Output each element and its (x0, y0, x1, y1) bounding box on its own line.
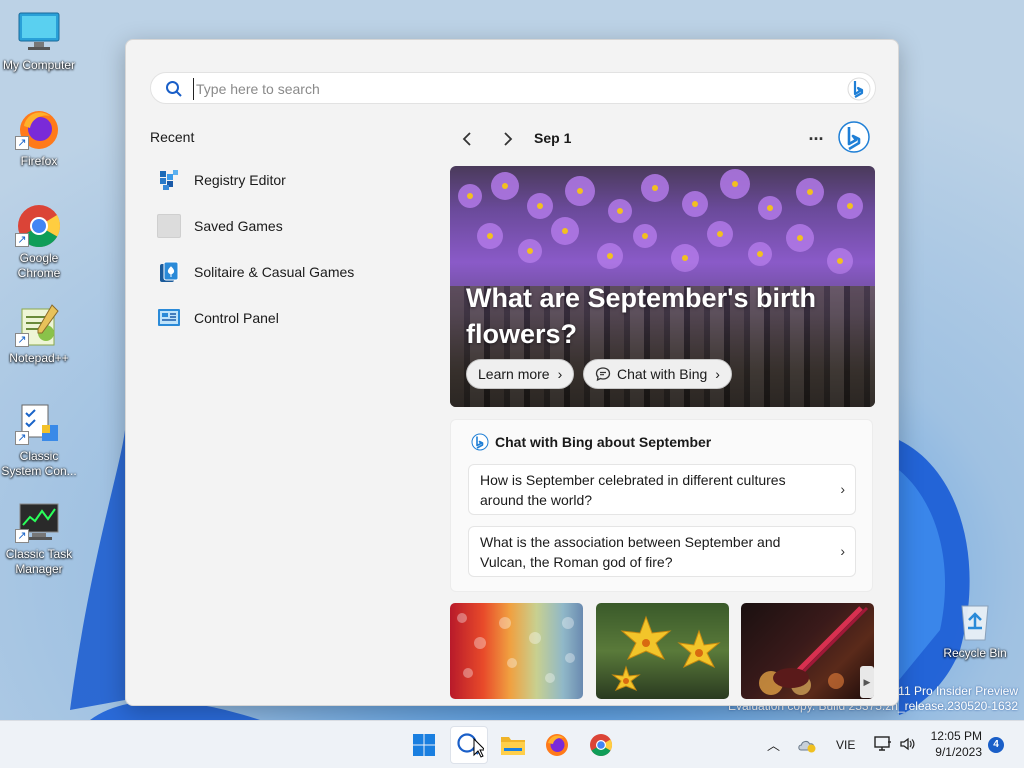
recent-item-saved-games[interactable]: Saved Games (156, 209, 436, 243)
recent-heading: Recent (150, 129, 195, 145)
chat-suggestion-text: How is September celebrated in different… (480, 472, 786, 508)
windows-logo-icon (413, 734, 435, 756)
clock-time: 12:05 PM (930, 729, 982, 743)
chevron-right-icon: › (840, 543, 845, 559)
desktop-icon-label: Classic System Con... (1, 449, 77, 478)
onedrive-icon[interactable] (797, 736, 817, 754)
desktop-icon-label: Google Chrome (17, 251, 61, 280)
recent-item-control-panel[interactable]: Control Panel (156, 301, 436, 335)
gems-image (457, 613, 575, 683)
registry-editor-icon (156, 167, 182, 193)
notification-badge[interactable]: 4 (988, 737, 1004, 753)
chat-suggestion-text: What is the association between Septembe… (480, 534, 781, 570)
volume-icon[interactable] (899, 736, 915, 752)
chat-bubble-icon (595, 367, 611, 382)
desktop-icon-notepad-plus-plus[interactable]: ↗ Notepad++ (1, 303, 77, 366)
chat-with-bing-button[interactable]: Chat with Bing › (583, 359, 732, 389)
shortcut-arrow-icon: ↗ (15, 136, 29, 150)
taskbar: ︿ VIE 12:05 PM 9/1/2023 4 (0, 720, 1024, 768)
desktop-icon-label: Classic Task Manager (5, 547, 73, 576)
desktop-icon-recycle-bin[interactable]: Recycle Bin (937, 598, 1013, 661)
shortcut-arrow-icon: ↗ (15, 529, 29, 543)
network-icon[interactable] (874, 736, 892, 752)
show-hidden-icons-button[interactable]: ︿ (767, 735, 780, 754)
learn-more-button[interactable]: Learn more › (466, 359, 575, 389)
taskbar-clock[interactable]: 12:05 PM 9/1/2023 (926, 728, 982, 760)
thumbnail-card[interactable] (450, 603, 583, 699)
chat-card: Chat with Bing about September How is Se… (450, 419, 873, 592)
scroll-right-button[interactable]: ▶ (860, 666, 874, 698)
recent-item-label: Saved Games (194, 218, 283, 234)
file-explorer-button[interactable] (494, 726, 532, 764)
desktop-icon-label: My Computer (2, 58, 76, 72)
recent-item-label: Solitaire & Casual Games (194, 264, 355, 280)
desktop-icon-label: Firefox (20, 154, 58, 168)
thumbnail-card[interactable] (741, 603, 874, 699)
solitaire-icon (156, 259, 182, 285)
chrome-taskbar-button[interactable] (582, 726, 620, 764)
hero-title: What are September's birth flowers? (466, 283, 816, 349)
highlights-date: Sep 1 (534, 130, 572, 146)
recent-item-label: Registry Editor (194, 172, 286, 188)
chat-suggestion[interactable]: How is September celebrated in different… (468, 464, 856, 515)
search-box[interactable] (150, 72, 876, 104)
desktop-icon-label: Notepad++ (9, 351, 69, 365)
chat-card-title: Chat with Bing about September (495, 434, 712, 450)
lilies-image (611, 615, 721, 691)
desktop-icon-classic-task-manager[interactable]: ↗ Classic Task Manager (1, 499, 77, 577)
search-flyout: Recent Registry Editor Saved Games Solit… (125, 39, 899, 706)
desktop-icon-label: Recycle Bin (943, 646, 1007, 660)
next-button[interactable] (495, 126, 521, 152)
saved-games-icon (156, 213, 182, 239)
shortcut-arrow-icon: ↗ (15, 233, 29, 247)
desktop-icon-my-computer[interactable]: My Computer (1, 10, 77, 73)
folder-icon (501, 737, 525, 755)
desktop-icon-classic-system-config[interactable]: ↗ Classic System Con... (1, 401, 77, 479)
recent-item-registry-editor[interactable]: Registry Editor (156, 163, 436, 197)
shortcut-arrow-icon: ↗ (15, 431, 29, 445)
more-options-button[interactable]: ... (804, 125, 828, 150)
chat-with-bing-label: Chat with Bing (617, 366, 708, 382)
search-input[interactable] (193, 78, 793, 100)
start-button[interactable] (405, 726, 443, 764)
chat-card-header: Chat with Bing about September (471, 433, 711, 451)
bing-icon (471, 433, 489, 451)
chevron-right-icon: › (840, 481, 845, 497)
chevron-right-icon: › (557, 366, 563, 382)
guitar-image (759, 606, 869, 695)
thumbnail-card[interactable] (596, 603, 729, 699)
bing-icon[interactable] (847, 77, 871, 101)
taskbar-search-button[interactable] (450, 726, 488, 764)
clock-date: 9/1/2023 (935, 745, 982, 759)
firefox-icon (546, 734, 568, 756)
control-panel-icon (156, 305, 182, 331)
bing-chat-icon[interactable] (838, 121, 870, 153)
hero-card[interactable]: What are September's birth flowers? Lear… (450, 166, 875, 407)
recent-item-solitaire[interactable]: Solitaire & Casual Games (156, 255, 436, 289)
chrome-icon (590, 734, 612, 756)
search-icon (166, 81, 182, 97)
desktop-icon-firefox[interactable]: ↗ Firefox (1, 106, 77, 169)
chevron-right-icon: › (715, 366, 720, 382)
language-indicator[interactable]: VIE (836, 738, 855, 752)
desktop-icon-chrome[interactable]: ↗ Google Chrome (1, 203, 77, 281)
computer-icon (18, 12, 60, 50)
chat-suggestion[interactable]: What is the association between Septembe… (468, 526, 856, 577)
learn-more-label: Learn more (478, 366, 550, 382)
recent-item-label: Control Panel (194, 310, 279, 326)
chevron-left-icon (462, 132, 471, 146)
previous-button[interactable] (454, 126, 480, 152)
recycle-bin-icon (961, 605, 989, 641)
shortcut-arrow-icon: ↗ (15, 333, 29, 347)
search-icon (457, 733, 484, 758)
chevron-right-icon (504, 132, 513, 146)
firefox-taskbar-button[interactable] (538, 726, 576, 764)
